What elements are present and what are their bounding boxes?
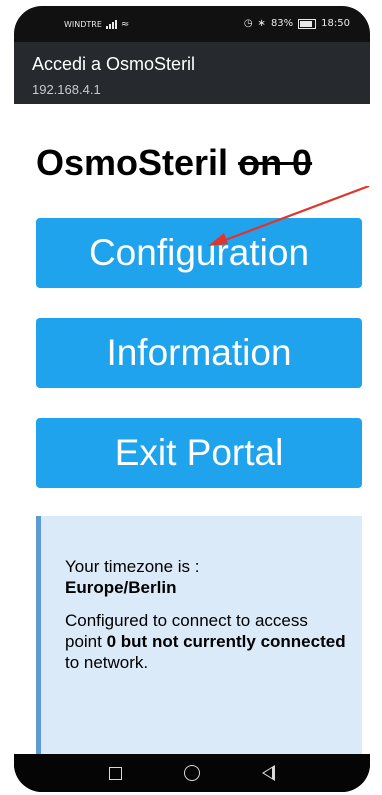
alarm-icon: ◷ (243, 18, 253, 29)
wifi-icon: ≈ (120, 19, 130, 30)
battery-icon (298, 18, 317, 29)
signal-icon (105, 20, 117, 29)
information-button[interactable]: Information (36, 318, 362, 388)
phone-frame: WINDTRE ≈ ◷ ∗ 83% 18:50 Accedi a OsmoSte… (14, 6, 370, 792)
portal-address: 192.168.4.1 (32, 82, 101, 97)
status-left: WINDTRE ≈ (64, 19, 129, 30)
home-circle-icon[interactable] (184, 765, 200, 781)
annotation-arrow-icon (208, 186, 370, 246)
page-title: OsmoSteril on 0 (36, 142, 312, 184)
exit-portal-button[interactable]: Exit Portal (36, 418, 362, 488)
bluetooth-icon: ∗ (257, 18, 266, 29)
clock: 18:50 (321, 18, 350, 29)
page-title-main: OsmoSteril (36, 142, 229, 183)
status-info-box: Your timezone is : Europe/Berlin Configu… (36, 516, 362, 754)
page-content[interactable]: OsmoSteril on 0 Configuration Informatio… (14, 104, 370, 754)
battery-fill (300, 20, 313, 27)
page-title-struck: on 0 (238, 142, 313, 183)
captive-portal-header: Accedi a OsmoSteril 192.168.4.1 (14, 42, 370, 104)
status-right: ◷ ∗ 83% 18:50 (244, 18, 350, 29)
timezone-paragraph: Your timezone is : Europe/Berlin (65, 556, 346, 598)
battery-percent: 83% (270, 18, 294, 29)
portal-title: Accedi a OsmoSteril (32, 54, 196, 74)
status-bold: 0 but not currently connected (106, 632, 346, 651)
back-triangle-icon[interactable] (262, 765, 275, 781)
timezone-value: Europe/Berlin (65, 578, 177, 597)
connection-status-paragraph: Configured to connect to access point 0 … (65, 610, 346, 673)
carrier-label: WINDTRE (64, 20, 102, 29)
android-nav-bar (14, 754, 370, 792)
timezone-label: Your timezone is : (65, 557, 200, 576)
recents-square-icon[interactable] (109, 766, 122, 780)
status-bar: WINDTRE ≈ ◷ ∗ 83% 18:50 (14, 6, 370, 42)
status-suffix: to network. (65, 653, 149, 672)
